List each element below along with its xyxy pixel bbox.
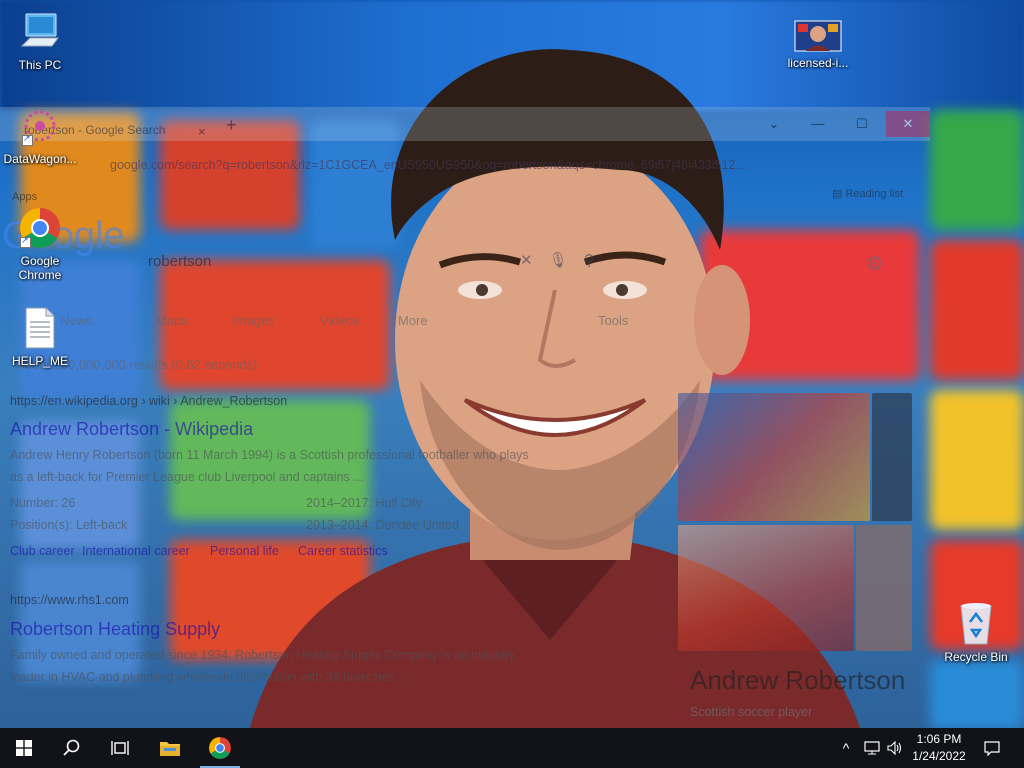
sitelink[interactable]: Personal life xyxy=(210,544,279,558)
reading-list-label: Reading list xyxy=(845,188,903,200)
desktop-icon-help-me[interactable]: HELP_ME xyxy=(0,306,80,368)
network-icon[interactable] xyxy=(860,728,884,768)
nav-tab-maps[interactable]: Maps xyxy=(156,313,188,328)
result-snippet: Family owned and operated since 1934, Ro… xyxy=(10,648,516,662)
reading-list-button[interactable]: ▤ Reading list xyxy=(832,187,903,200)
desktop-icon-label: HELP_ME xyxy=(11,354,69,368)
chrome-taskbar-button[interactable] xyxy=(196,728,244,768)
bookmarks-apps[interactable]: Apps xyxy=(12,191,37,203)
start-button[interactable] xyxy=(0,728,48,768)
search-icon xyxy=(63,739,80,756)
knowledge-panel-image[interactable] xyxy=(678,393,870,521)
file-explorer-button[interactable] xyxy=(146,728,194,768)
settings-gear-icon[interactable]: ⚙ xyxy=(866,251,884,276)
desktop-icon-label: licensed-i... xyxy=(787,56,849,70)
maximize-button[interactable]: ☐ xyxy=(840,111,884,137)
file-explorer-icon xyxy=(160,742,180,756)
result-fact: Position(s): Left-back xyxy=(10,518,128,532)
result-fact[interactable]: 2014–2017: Hull City xyxy=(306,496,422,510)
desktop-icon-label: This PC xyxy=(18,58,62,72)
search-icon[interactable]: ⚲ xyxy=(584,252,611,269)
address-bar[interactable]: google.com/search?q=robertson&rlz=1C1GCE… xyxy=(80,153,780,177)
address-text: google.com/search?q=robertson&rlz=1C1GCE… xyxy=(110,158,746,172)
result-title[interactable]: Robertson Heating Supply xyxy=(10,619,220,640)
reading-list-icon: ▤ xyxy=(832,188,846,200)
desktop-icon-google-chrome[interactable]: Google Chrome xyxy=(0,206,80,282)
knowledge-panel-image[interactable] xyxy=(856,525,912,651)
knowledge-panel-image[interactable] xyxy=(872,393,912,521)
minimize-button[interactable]: — xyxy=(796,111,840,137)
desktop-icon-label: Recycle Bin xyxy=(944,650,1008,664)
result-fact: Number: 26 xyxy=(10,496,76,510)
taskbar-clock[interactable]: 1:06 PM 1/24/2022 xyxy=(904,731,974,765)
nav-tab-videos[interactable]: Videos xyxy=(320,313,360,328)
recycle-bin-icon xyxy=(960,603,992,645)
shortcut-arrow-icon xyxy=(22,133,33,146)
volume-icon[interactable] xyxy=(884,728,906,768)
datawagon-icon xyxy=(20,108,60,148)
nav-tab-tools[interactable]: Tools xyxy=(598,313,628,328)
result-fact[interactable]: 2013–2014: Dundee United xyxy=(306,518,459,532)
task-view-button[interactable] xyxy=(96,728,144,768)
tray-chevron-icon[interactable]: ^ xyxy=(836,728,856,768)
microphone-icon[interactable]: 🎙 xyxy=(549,252,584,269)
search-input[interactable]: robertson xyxy=(148,253,211,270)
start-icon xyxy=(16,740,32,756)
chrome-icon xyxy=(209,737,231,759)
knowledge-panel-subtitle: Scottish soccer player xyxy=(690,705,813,719)
knowledge-panel-title: Andrew Robertson xyxy=(690,665,906,695)
clock-time: 1:06 PM xyxy=(916,732,962,746)
desktop-wallpaper: robertson - Google Search × + ⌄ — ☐ ✕ go… xyxy=(0,0,1024,728)
tab-search-button[interactable]: ⌄ xyxy=(752,111,796,137)
clock-date: 1/24/2022 xyxy=(912,749,966,763)
result-title[interactable]: Andrew Robertson - Wikipedia xyxy=(10,419,253,440)
clear-icon[interactable]: ✕ xyxy=(520,252,549,269)
desktop-icon-recycle-bin[interactable]: Recycle Bin xyxy=(936,600,1016,664)
desktop-icon-label: DataWagon... xyxy=(3,152,77,166)
result-url[interactable]: https://en.wikipedia.org › wiki › Andrew… xyxy=(10,394,287,408)
text-document-icon xyxy=(25,307,55,349)
shortcut-arrow-icon xyxy=(20,235,31,248)
desktop-icon-datawagon[interactable]: DataWagon... xyxy=(0,108,80,166)
result-snippet: as a left-back for Premier League club L… xyxy=(10,470,364,484)
result-snippet: Andrew Henry Robertson (born 11 March 19… xyxy=(10,448,529,462)
nav-tab-more[interactable]: More xyxy=(398,313,428,328)
chrome-icon xyxy=(18,206,62,250)
taskbar-search-button[interactable] xyxy=(48,728,96,768)
result-snippet: leader in HVAC and plumbing wholesale di… xyxy=(10,670,409,684)
sitelink[interactable]: International career xyxy=(82,544,190,558)
sitelink[interactable]: Club career xyxy=(10,544,75,558)
task-view-icon xyxy=(111,741,129,755)
knowledge-panel-image[interactable] xyxy=(678,525,854,651)
taskbar: ^ 1:06 PM 1/24/2022 xyxy=(0,728,1024,768)
desktop-icon-this-pc[interactable]: This PC xyxy=(0,10,80,72)
browser-window[interactable]: robertson - Google Search × + ⌄ — ☐ ✕ go… xyxy=(0,107,930,728)
close-window-button[interactable]: ✕ xyxy=(886,111,930,137)
new-tab-button[interactable]: + xyxy=(226,115,237,136)
image-file-icon xyxy=(794,20,842,52)
sitelink[interactable]: Career statistics xyxy=(298,544,388,558)
desktop-icon-label: Google Chrome xyxy=(18,254,62,282)
search-box-tools: ✕🎙⚲ xyxy=(520,251,611,269)
this-pc-icon xyxy=(20,13,59,47)
desktop-icon-licensed-image[interactable]: licensed-i... xyxy=(778,20,858,70)
tab-close-button[interactable]: × xyxy=(198,124,206,139)
notifications-icon[interactable] xyxy=(978,728,1006,768)
nav-tab-images[interactable]: Images xyxy=(232,313,275,328)
result-url[interactable]: https://www.rhs1.com xyxy=(10,593,129,607)
